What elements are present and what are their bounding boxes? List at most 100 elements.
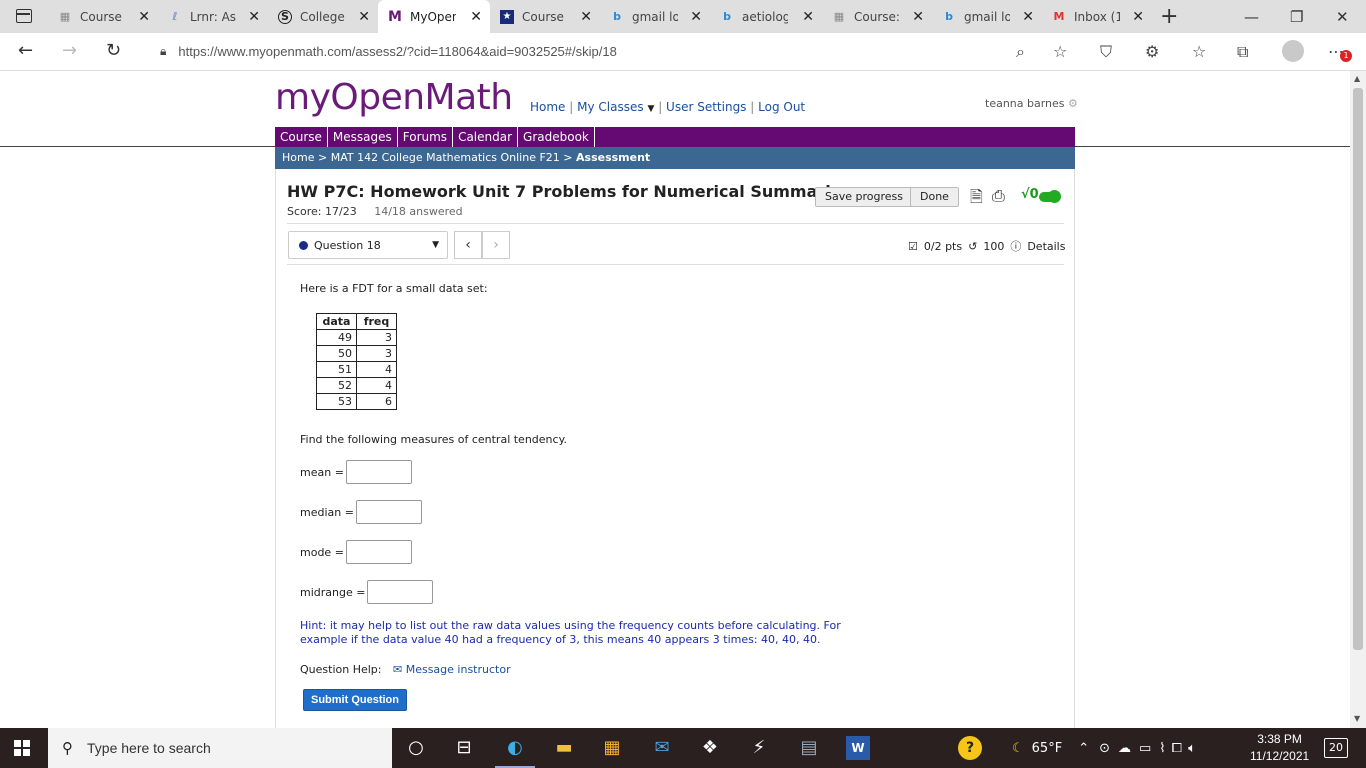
table-row: 50 3 xyxy=(316,345,397,362)
median-label: median = xyxy=(300,505,354,519)
zoom-icon[interactable]: ⌕ xyxy=(1016,42,1025,62)
print-icon[interactable]: ⎙ xyxy=(992,186,1005,206)
app-icon[interactable]: ⚡ xyxy=(747,736,771,760)
nav-messages[interactable]: Messages xyxy=(328,127,398,147)
my-classes-link[interactable]: My Classes xyxy=(577,100,643,114)
close-tab-icon[interactable]: ✕ xyxy=(690,9,702,25)
edge-icon[interactable]: ◐ xyxy=(495,736,535,768)
help-icon[interactable]: ? xyxy=(958,736,982,760)
add-favorite-icon[interactable]: ☆ xyxy=(1053,42,1067,61)
submit-question-button[interactable]: Submit Question xyxy=(303,689,407,711)
close-tab-icon[interactable]: ✕ xyxy=(1132,9,1144,25)
median-input[interactable] xyxy=(355,500,422,524)
page-scrollbar[interactable]: ▲ ▼ xyxy=(1350,71,1366,728)
close-tab-icon[interactable]: ✕ xyxy=(1022,9,1034,25)
scroll-up-icon[interactable]: ▲ xyxy=(1354,74,1360,83)
gear-icon[interactable]: ⚙ xyxy=(1068,97,1078,110)
nav-gradebook[interactable]: Gradebook xyxy=(518,127,595,147)
browser-tab[interactable]: b gmail lo ✕ xyxy=(932,0,1042,33)
user-settings-link[interactable]: User Settings xyxy=(666,100,746,114)
back-icon[interactable]: ← xyxy=(18,40,33,61)
math-entry-toggle[interactable] xyxy=(1039,190,1061,203)
browser-tab[interactable]: ▦ Course ✕ xyxy=(48,0,158,33)
browser-tab[interactable]: S College ✕ xyxy=(268,0,378,33)
browser-tab[interactable]: ℓ Lrnr: Ass ✕ xyxy=(158,0,268,33)
browser-tab[interactable]: ★ Course ✕ xyxy=(490,0,600,33)
midrange-input[interactable] xyxy=(367,580,434,604)
cortana-icon[interactable]: ○ xyxy=(404,736,428,760)
close-tab-icon[interactable]: ✕ xyxy=(912,9,924,25)
close-tab-icon[interactable]: ✕ xyxy=(138,9,150,25)
breadcrumb-home[interactable]: Home xyxy=(282,151,314,164)
clock[interactable]: 3:38 PM 11/12/2021 xyxy=(1250,731,1309,765)
collections-icon[interactable]: ⧉ xyxy=(1237,42,1248,62)
calculator-icon[interactable]: ▤ xyxy=(797,736,821,760)
task-view-icon[interactable]: ⊟ xyxy=(452,736,476,760)
home-link[interactable]: Home xyxy=(530,100,565,114)
browser-tab[interactable]: b gmail lo ✕ xyxy=(600,0,710,33)
chevron-down-icon[interactable]: ▼ xyxy=(647,104,654,114)
dropbox-icon[interactable]: ❖ xyxy=(698,736,722,760)
extensions-icon[interactable]: ⚙ xyxy=(1145,42,1159,61)
forward-icon[interactable]: → xyxy=(62,40,77,61)
profile-avatar[interactable] xyxy=(1282,40,1304,62)
minimize-icon[interactable]: — xyxy=(1244,8,1259,26)
scroll-down-icon[interactable]: ▼ xyxy=(1354,714,1360,723)
close-tab-icon[interactable]: ✕ xyxy=(580,9,592,25)
scrollbar-thumb[interactable] xyxy=(1353,88,1363,650)
nav-forums[interactable]: Forums xyxy=(398,127,454,147)
file-explorer-icon[interactable]: ▬ xyxy=(552,736,576,760)
word-icon[interactable]: W xyxy=(846,736,870,760)
save-progress-button[interactable]: Save progress xyxy=(815,187,913,207)
favorites-icon[interactable]: ☆ xyxy=(1192,42,1206,61)
details-link[interactable]: Details xyxy=(1027,240,1065,253)
new-tab-icon[interactable]: + xyxy=(1160,4,1178,29)
chevron-up-icon[interactable]: ⌃ xyxy=(1078,741,1089,756)
taskbar-search[interactable]: ⚲ Type here to search xyxy=(48,728,392,768)
close-tab-icon[interactable]: ✕ xyxy=(358,9,370,25)
breadcrumb-course[interactable]: MAT 142 College Mathematics Online F21 xyxy=(331,151,560,164)
browser-tab[interactable]: M Inbox (1 ✕ xyxy=(1042,0,1152,33)
prev-question-button[interactable]: ‹ xyxy=(454,231,482,259)
next-question-button[interactable]: › xyxy=(482,231,510,259)
shield-icon[interactable]: ⛉ xyxy=(1100,42,1112,62)
nav-calendar[interactable]: Calendar xyxy=(453,127,519,147)
tab-actions-icon[interactable] xyxy=(16,9,32,23)
battery-icon[interactable]: ▭ xyxy=(1139,741,1151,756)
network-icon[interactable]: ⊙ xyxy=(1099,741,1110,756)
volume-icon[interactable]: 🔈︎ xyxy=(1188,741,1196,756)
done-button[interactable]: Done xyxy=(910,187,959,207)
windows-start-icon[interactable] xyxy=(14,740,30,756)
browser-tab-active[interactable]: M MyOpen ✕ xyxy=(378,0,490,33)
refresh-icon[interactable]: ↻ xyxy=(106,40,121,61)
date: 11/12/2021 xyxy=(1250,749,1310,763)
logout-link[interactable]: Log Out xyxy=(758,100,805,114)
info-icon[interactable]: ⓘ xyxy=(1010,238,1021,254)
onedrive-icon[interactable]: ☁ xyxy=(1118,741,1131,756)
temperature[interactable]: 65°F xyxy=(1032,741,1063,756)
message-instructor-link[interactable]: ✉ Message instructor xyxy=(393,663,511,676)
close-tab-icon[interactable]: ✕ xyxy=(802,9,814,25)
close-tab-icon[interactable]: ✕ xyxy=(248,9,260,25)
myopenmath-logo[interactable]: myOpenMath xyxy=(275,77,513,118)
retries: 100 xyxy=(983,239,1005,253)
search-icon: ⚲ xyxy=(62,739,73,757)
wifi-icon[interactable]: ⌇ xyxy=(1159,741,1165,756)
mean-input[interactable] xyxy=(345,460,412,484)
notifications-icon[interactable]: 20 xyxy=(1324,738,1348,758)
address-bar[interactable]: 🔒︎ https://www.myopenmath.com/assess2/?c… xyxy=(148,37,1046,65)
question-select[interactable]: Question 18 ▼ xyxy=(288,231,448,259)
web-page: myOpenMath Home | My Classes ▼ | User Se… xyxy=(0,71,1350,728)
mode-input[interactable] xyxy=(345,540,412,564)
browser-tab[interactable]: b aetiolog ✕ xyxy=(710,0,822,33)
browser-tab[interactable]: ▦ Course: ✕ xyxy=(822,0,932,33)
bing-icon: b xyxy=(613,10,621,23)
nav-course[interactable]: Course xyxy=(275,127,328,147)
display-icon[interactable]: ⧠ xyxy=(1172,741,1182,756)
document-icon[interactable]: 🗎︎ xyxy=(970,186,983,213)
mail-icon[interactable]: ✉ xyxy=(650,736,674,760)
restore-icon[interactable]: ❐ xyxy=(1290,8,1303,26)
store-icon[interactable]: ▦ xyxy=(600,736,624,760)
close-tab-icon[interactable]: ✕ xyxy=(470,9,482,25)
close-window-icon[interactable]: ✕ xyxy=(1336,8,1349,26)
